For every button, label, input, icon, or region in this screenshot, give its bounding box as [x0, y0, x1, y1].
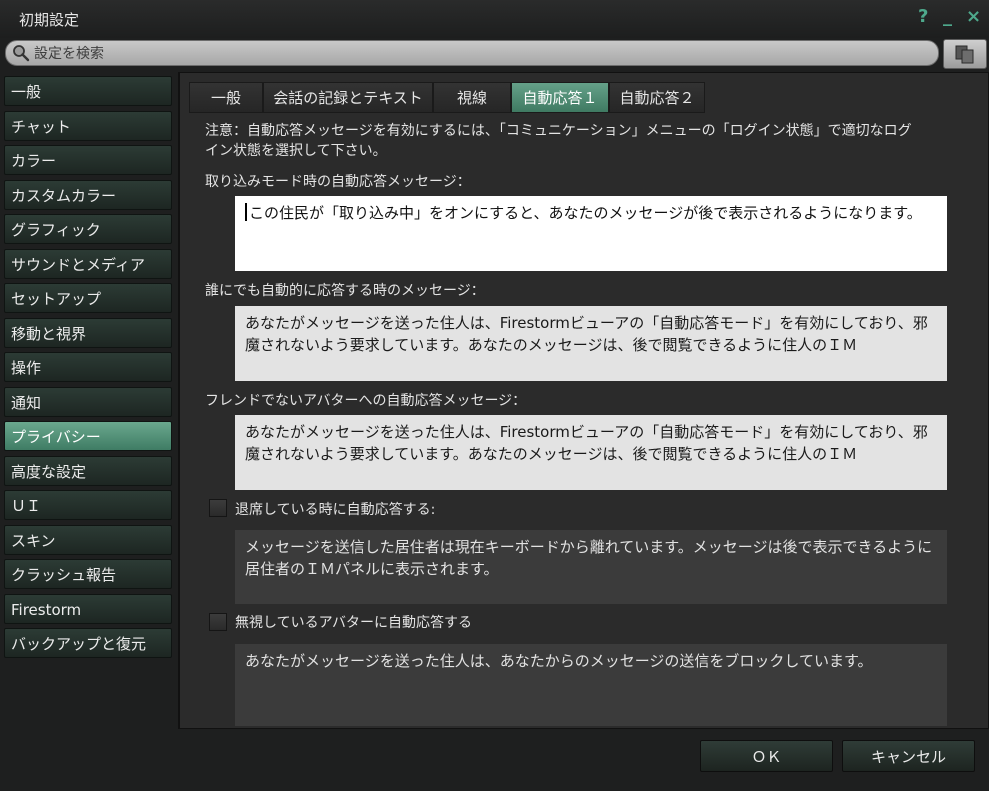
away-message-text: メッセージを送信した居住者は現在キーボードから離れています。メッセージは後で表示…	[245, 538, 933, 578]
sidebar-item-chat[interactable]: チャット	[4, 110, 172, 141]
title-bar: 初期設定 ? _ ×	[0, 0, 989, 38]
sidebar-item-move-view[interactable]: 移動と視界	[4, 317, 172, 348]
away-checkbox-label: 退席している時に自動応答する:	[235, 502, 436, 518]
sidebar-item-ui[interactable]: ＵＩ	[4, 490, 172, 520]
sidebar-item-graphics[interactable]: グラフィック	[4, 214, 172, 244]
text-cursor	[245, 203, 247, 221]
muted-message-text: あなたがメッセージを送った住人は、あなたからのメッセージの送信をブロックしていま…	[245, 652, 873, 670]
search-bar	[5, 40, 939, 66]
autorespond-label: 誰にでも自動的に応答する時のメッセージ：	[205, 283, 485, 299]
ok-button[interactable]: ＯＫ	[700, 740, 833, 772]
sidebar-item-advanced[interactable]: 高度な設定	[4, 455, 172, 486]
sidebar-item-backup-restore[interactable]: バックアップと復元	[4, 628, 172, 658]
away-message-field[interactable]: メッセージを送信した居住者は現在キーボードから離れています。メッセージは後で表示…	[235, 530, 947, 604]
tab-chat-logs[interactable]: 会話の記録とテキスト	[263, 82, 433, 113]
tab-autoresponse-2[interactable]: 自動応答２	[609, 82, 705, 113]
search-input[interactable]	[32, 43, 926, 65]
window-title: 初期設定	[19, 11, 80, 29]
nonfriend-message-field[interactable]: あなたがメッセージを送った住人は、Firestormビューアの「自動応答モード」…	[235, 415, 947, 490]
muted-checkbox-label: 無視しているアバターに自動応答する	[235, 615, 473, 631]
sidebar-item-skins[interactable]: スキン	[4, 524, 172, 555]
copy-settings-button[interactable]	[943, 39, 987, 69]
close-icon[interactable]: ×	[966, 6, 981, 28]
nonfriend-message-text: あなたがメッセージを送った住人は、Firestormビューアの「自動応答モード」…	[245, 423, 928, 463]
settings-panel: 一般 会話の記録とテキスト 視線 自動応答１ 自動応答２ 注意：自動応答メッセー…	[178, 72, 989, 729]
tab-look-at[interactable]: 視線	[433, 82, 511, 113]
sidebar-item-general[interactable]: 一般	[4, 76, 172, 106]
minimize-icon[interactable]: _	[943, 6, 952, 28]
sidebar-item-sound-media[interactable]: サウンドとメディア	[4, 248, 172, 279]
tab-autoresponse-1[interactable]: 自動応答１	[511, 82, 609, 113]
autorespond-message-field[interactable]: あなたがメッセージを送った住人は、Firestormビューアの「自動応答モード」…	[235, 306, 947, 381]
tab-general[interactable]: 一般	[189, 82, 263, 113]
sidebar-item-firestorm[interactable]: Firestorm	[4, 593, 172, 624]
sidebar-item-setup[interactable]: セットアップ	[4, 283, 172, 313]
sidebar-item-custom-colors[interactable]: カスタムカラー	[4, 179, 172, 210]
search-icon	[13, 45, 30, 62]
notice-text: 注意：自動応答メッセージを有効にするには、「コミュニケーション」メニューの「ログ…	[205, 123, 912, 159]
copy-icon	[955, 45, 974, 64]
cancel-button[interactable]: キャンセル	[842, 740, 975, 772]
nonfriend-label: フレンドでないアバターへの自動応答メッセージ：	[205, 393, 527, 409]
sidebar-item-crash-reports[interactable]: クラッシュ報告	[4, 559, 172, 589]
muted-message-field[interactable]: あなたがメッセージを送った住人は、あなたからのメッセージの送信をブロックしていま…	[235, 644, 947, 726]
sidebar-item-privacy[interactable]: プライバシー	[4, 421, 172, 451]
busy-label: 取り込みモード時の自動応答メッセージ：	[205, 174, 471, 190]
autorespond-message-text: あなたがメッセージを送った住人は、Firestormビューアの「自動応答モード」…	[245, 314, 928, 354]
sidebar-item-controls[interactable]: 操作	[4, 352, 172, 382]
muted-checkbox[interactable]	[209, 613, 227, 631]
sidebar-item-colors[interactable]: カラー	[4, 145, 172, 175]
busy-message-text: この住民が「取り込み中」をオンにすると、あなたのメッセージが後で表示されるように…	[249, 204, 922, 222]
help-icon[interactable]: ?	[918, 6, 928, 28]
away-checkbox[interactable]	[209, 499, 227, 517]
sidebar-item-notifications[interactable]: 通知	[4, 386, 172, 417]
busy-message-field[interactable]: この住民が「取り込み中」をオンにすると、あなたのメッセージが後で表示されるように…	[235, 196, 947, 271]
